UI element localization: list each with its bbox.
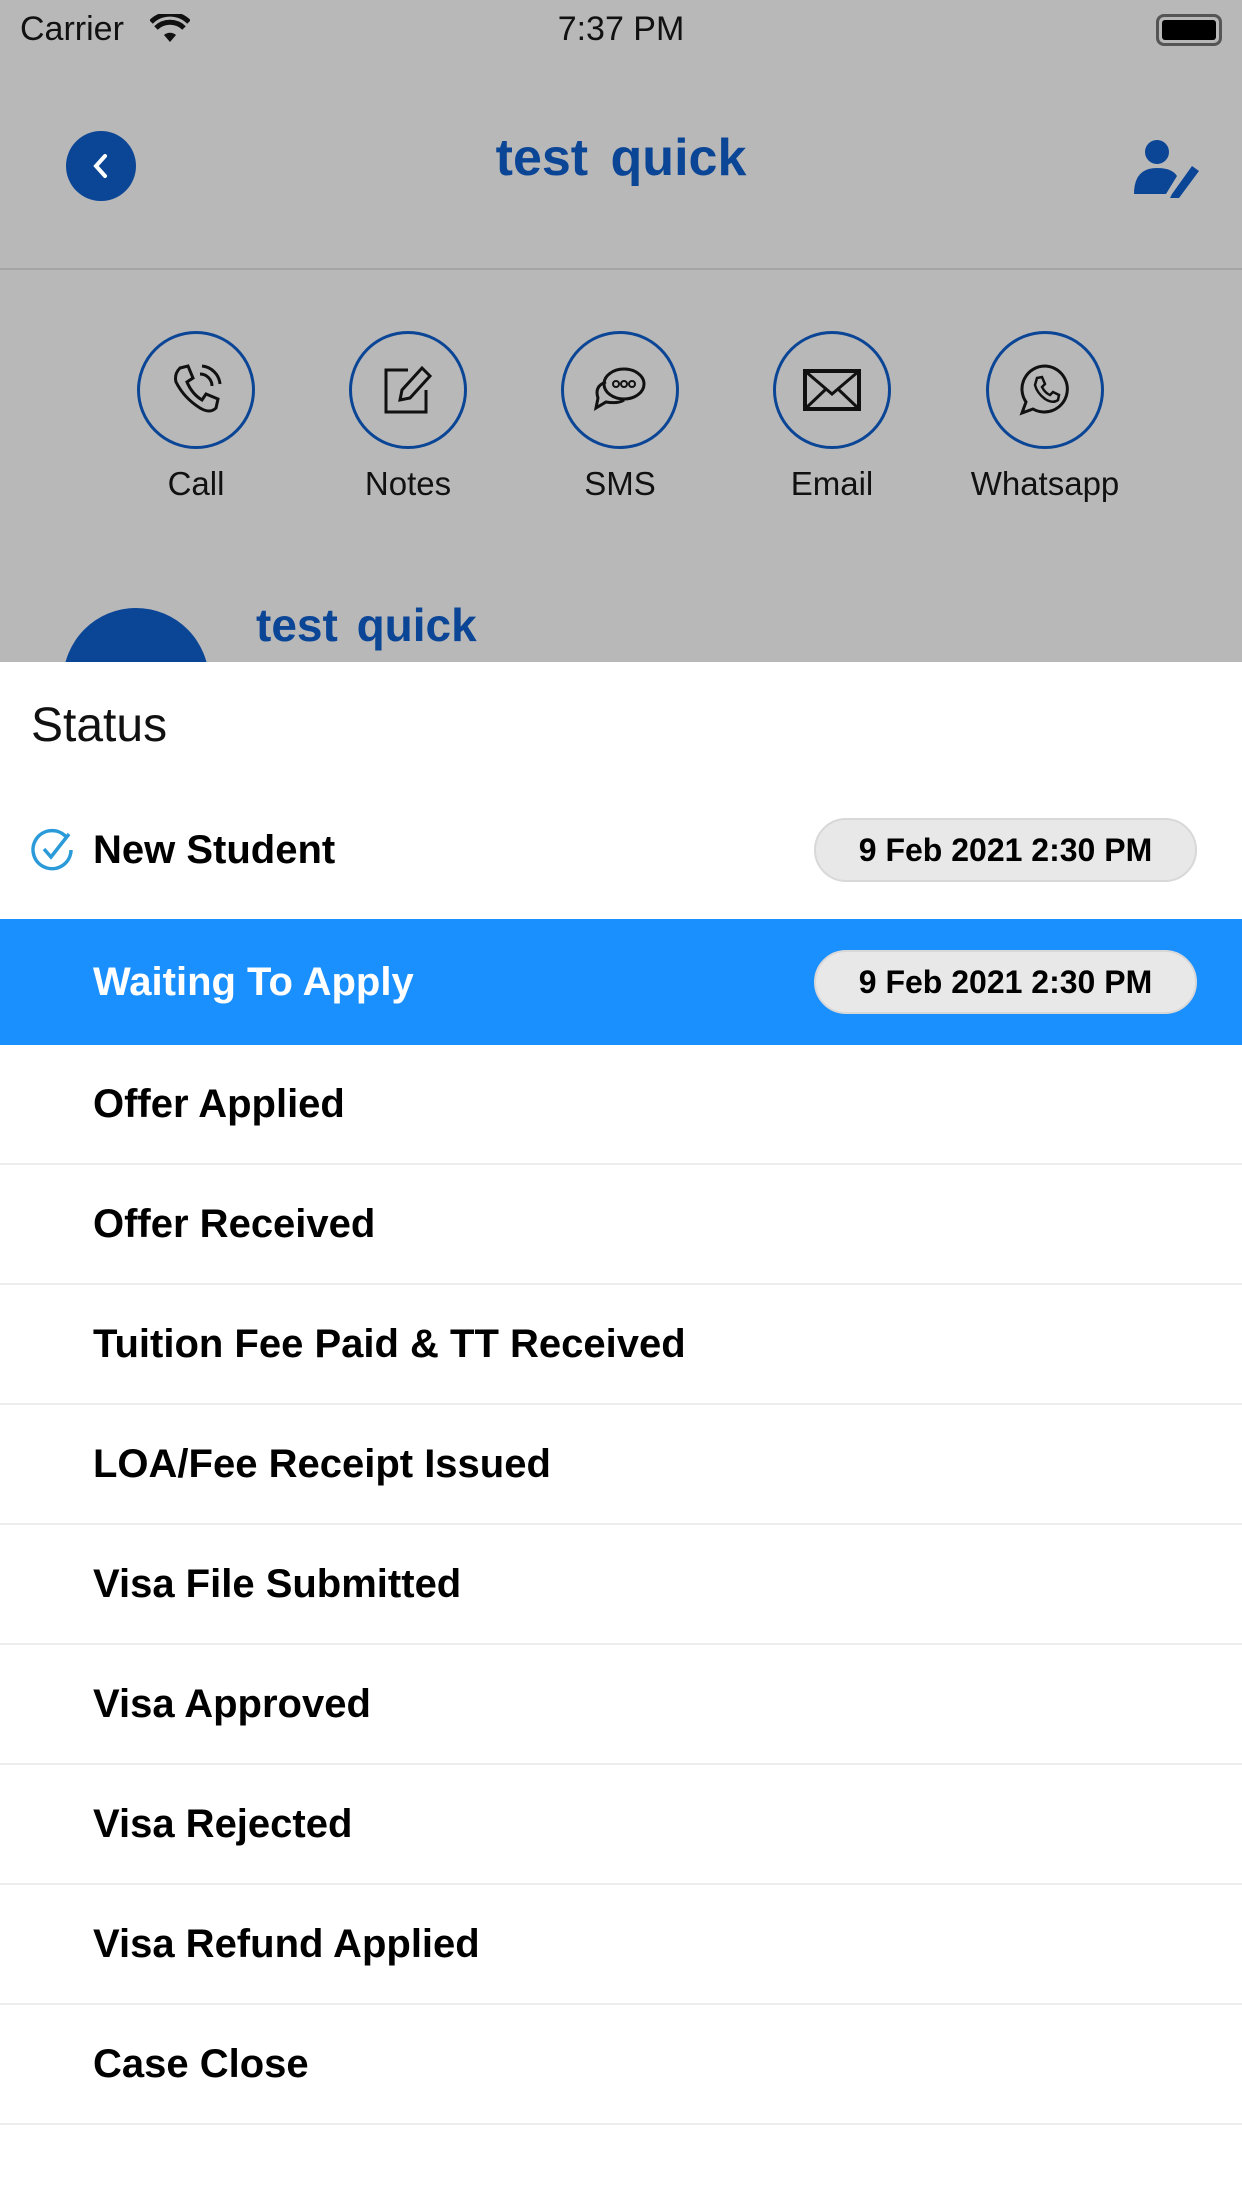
status-label: Visa Rejected — [93, 1801, 353, 1846]
nav-bar: test quick — [0, 88, 1242, 270]
status-label: New Student — [93, 827, 336, 872]
sheet-title: Status — [31, 699, 168, 752]
notes-icon — [384, 365, 433, 414]
status-item-waiting-to-apply[interactable]: Waiting To Apply 9 Feb 2021 2:30 PM — [0, 919, 1242, 1045]
status-item[interactable]: Offer Received — [0, 1165, 1242, 1285]
status-item[interactable]: Case Close — [0, 2005, 1242, 2125]
status-label: LOA/Fee Receipt Issued — [93, 1441, 551, 1486]
status-label: Visa Refund Applied — [93, 1921, 480, 1966]
phone-icon — [174, 364, 222, 413]
status-bar: Carrier 7:37 PM — [0, 0, 1242, 60]
call-button[interactable]: Call — [96, 331, 296, 503]
notes-label: Notes — [364, 465, 452, 502]
sms-label: SMS — [584, 465, 656, 502]
status-item[interactable]: Visa Approved — [0, 1645, 1242, 1765]
email-button[interactable]: Email — [732, 331, 932, 503]
sms-button[interactable]: SMS — [520, 331, 720, 503]
status-sheet: Status New Student 9 Feb 2021 2:30 PM Wa… — [0, 662, 1242, 2208]
profile-name: test quick — [256, 599, 477, 651]
status-item[interactable]: Offer Applied — [0, 1045, 1242, 1165]
whatsapp-icon — [1019, 364, 1069, 416]
status-label: Offer Received — [93, 1201, 376, 1246]
status-label: Offer Applied — [93, 1081, 345, 1126]
status-item[interactable]: Visa Refund Applied — [0, 1885, 1242, 2005]
email-label: Email — [790, 465, 874, 502]
status-label: Case Close — [93, 2041, 309, 2086]
status-item[interactable]: Visa Rejected — [0, 1765, 1242, 1885]
whatsapp-button[interactable]: Whatsapp — [945, 331, 1145, 503]
status-label: Tuition Fee Paid & TT Received — [93, 1321, 686, 1366]
check-circle-icon — [31, 828, 73, 871]
status-item[interactable]: Tuition Fee Paid & TT Received — [0, 1285, 1242, 1405]
page-title: test quick — [495, 129, 747, 187]
envelope-icon — [803, 369, 861, 411]
status-label: Waiting To Apply — [93, 959, 414, 1004]
status-label: Visa Approved — [93, 1681, 371, 1726]
chat-icon — [593, 367, 646, 412]
avatar — [63, 608, 209, 662]
status-item[interactable]: Visa File Submitted — [0, 1525, 1242, 1645]
battery-icon — [1156, 14, 1222, 46]
notes-button[interactable]: Notes — [308, 331, 508, 503]
date-badge: 9 Feb 2021 2:30 PM — [814, 818, 1197, 882]
status-item[interactable]: LOA/Fee Receipt Issued — [0, 1405, 1242, 1525]
whatsapp-label: Whatsapp — [970, 465, 1120, 502]
date-badge: 9 Feb 2021 2:30 PM — [814, 950, 1197, 1014]
clock: 7:37 PM — [557, 10, 685, 48]
call-label: Call — [167, 465, 225, 502]
status-label: Visa File Submitted — [93, 1561, 462, 1606]
background-screen: Carrier 7:37 PM test quick Call Notes SM… — [0, 0, 1242, 662]
status-item-new-student[interactable]: New Student 9 Feb 2021 2:30 PM — [0, 790, 1242, 910]
edit-user-icon[interactable] — [1132, 138, 1202, 198]
